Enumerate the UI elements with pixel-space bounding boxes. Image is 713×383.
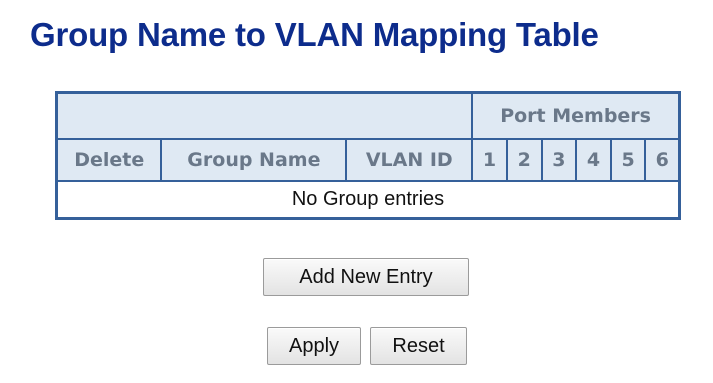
port-5-column-header: 5 (611, 140, 647, 182)
group-vlan-mapping-table: Port Members Delete Group Name VLAN ID 1… (55, 91, 681, 220)
port-3-column-header: 3 (542, 140, 578, 182)
add-new-entry-button[interactable]: Add New Entry (263, 258, 469, 296)
port-members-header: Port Members (473, 94, 678, 140)
group-name-column-header: Group Name (162, 140, 348, 182)
apply-button[interactable]: Apply (267, 327, 361, 365)
vlan-id-column-header: VLAN ID (347, 140, 474, 182)
header-spacer (58, 94, 474, 140)
port-4-column-header: 4 (577, 140, 612, 182)
port-2-column-header: 2 (507, 140, 543, 182)
empty-table-message: No Group entries (58, 182, 678, 217)
port-6-column-header: 6 (646, 140, 678, 182)
page-title: Group Name to VLAN Mapping Table (30, 16, 599, 53)
table-header-row-top: Port Members (58, 94, 678, 140)
table-row: No Group entries (58, 182, 678, 217)
reset-button[interactable]: Reset (370, 327, 467, 365)
table-header-row-bottom: Delete Group Name VLAN ID 1 2 3 4 5 6 (58, 140, 678, 182)
port-1-column-header: 1 (473, 140, 508, 182)
delete-column-header: Delete (58, 140, 163, 182)
